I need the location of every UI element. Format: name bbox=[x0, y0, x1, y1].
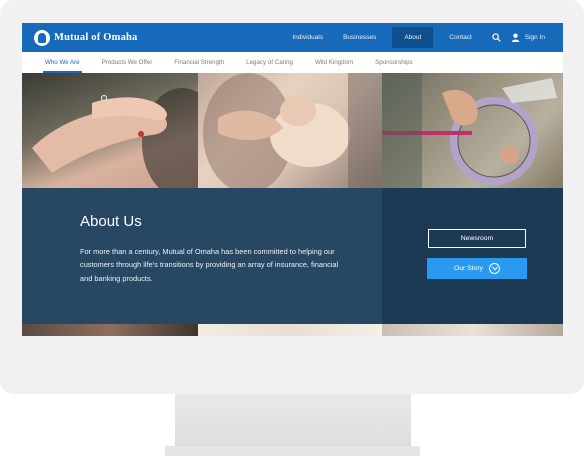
subnav-financial-strength[interactable]: Financial Strength bbox=[174, 52, 224, 73]
our-story-label: Our Story bbox=[453, 265, 484, 272]
nav-item-businesses[interactable]: Businesses bbox=[333, 27, 386, 48]
about-actions: Newsroom Our Story bbox=[382, 188, 563, 324]
top-nav-menu: Individuals Businesses About Contact Sig… bbox=[282, 23, 563, 52]
nav-item-about[interactable]: About bbox=[392, 27, 434, 48]
bottom-photo-1 bbox=[22, 324, 198, 336]
about-intro: About Us For more than a century, Mutual… bbox=[22, 188, 382, 324]
subnav-products-we-offer[interactable]: Products We Offer bbox=[102, 52, 153, 73]
nav-item-individuals[interactable]: Individuals bbox=[282, 27, 333, 48]
chevron-down-icon bbox=[489, 263, 501, 274]
brand-logo[interactable]: Mutual of Omaha bbox=[34, 28, 138, 47]
about-description: For more than a century, Mutual of Omaha… bbox=[80, 247, 339, 283]
hero-photo-strip bbox=[22, 73, 563, 188]
sign-in-link[interactable]: Sign In bbox=[522, 34, 563, 41]
brand-logo-icon bbox=[34, 29, 50, 46]
page-title: About Us bbox=[80, 213, 142, 230]
photo-parent-baby bbox=[198, 73, 382, 188]
about-panel: About Us For more than a century, Mutual… bbox=[22, 188, 563, 324]
photo-hands-ring bbox=[22, 73, 198, 188]
newsroom-button[interactable]: Newsroom bbox=[428, 229, 526, 248]
section-sub-navigation: Who We Are Products We Offer Financial S… bbox=[22, 52, 563, 74]
subnav-wild-kingdom[interactable]: Wild Kingdom bbox=[315, 52, 353, 73]
monitor-frame: Mutual of Omaha Individuals Businesses A… bbox=[0, 0, 584, 394]
our-story-button[interactable]: Our Story bbox=[427, 258, 527, 279]
user-icon[interactable] bbox=[510, 27, 522, 48]
monitor-stand-base bbox=[165, 446, 420, 456]
top-navigation-bar: Mutual of Omaha Individuals Businesses A… bbox=[22, 23, 563, 52]
bottom-photo-2 bbox=[198, 324, 382, 336]
website-screen: Mutual of Omaha Individuals Businesses A… bbox=[22, 23, 563, 336]
monitor-stand-neck bbox=[175, 394, 411, 446]
subnav-sponsorships[interactable]: Sponsorships bbox=[375, 52, 413, 73]
subnav-who-we-are[interactable]: Who We Are bbox=[43, 52, 82, 73]
photo-bike-wheel bbox=[382, 73, 563, 188]
brand-name: Mutual of Omaha bbox=[54, 32, 138, 43]
bottom-photo-3 bbox=[382, 324, 563, 336]
search-icon[interactable] bbox=[490, 27, 504, 48]
subnav-legacy-of-caring[interactable]: Legacy of Caring bbox=[246, 52, 293, 73]
bottom-photo-strip bbox=[22, 324, 563, 336]
nav-item-contact[interactable]: Contact bbox=[439, 27, 481, 48]
